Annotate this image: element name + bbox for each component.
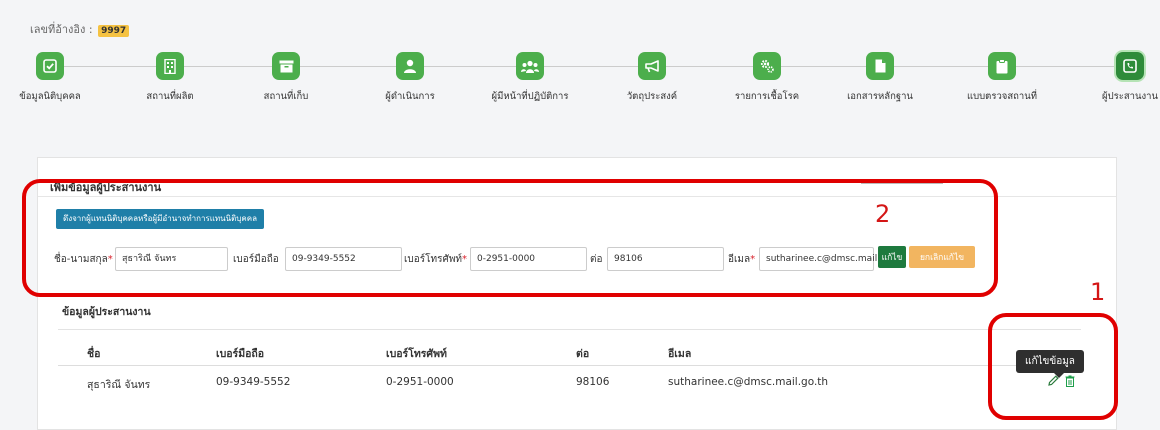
step-production-site[interactable]: สถานที่ผลิต [115, 52, 225, 104]
users-icon [516, 52, 544, 80]
column-header-name: ชื่อ [87, 348, 101, 360]
annotation-box-2 [22, 179, 998, 297]
reference-label: เลขที่อ้างอิง : [30, 23, 93, 36]
section-divider [58, 329, 1081, 330]
column-header-extension: ต่อ [576, 348, 590, 360]
phone-icon [1116, 52, 1144, 80]
step-storage-site[interactable]: สถานที่เก็บ [231, 52, 341, 104]
step-label: สถานที่ผลิต [146, 91, 194, 102]
user-icon [396, 52, 424, 80]
step-pathogen-list[interactable]: รายการเชื้อโรค [712, 52, 822, 104]
progress-stepper: ข้อมูลนิติบุคคล สถานที่ผลิต สถานที่เก็บ … [0, 52, 1160, 112]
column-header-phone: เบอร์โทรศัพท์ [386, 348, 447, 360]
reference-number: เลขที่อ้างอิง : 9997 [30, 20, 130, 38]
cell-extension: 98106 [576, 376, 610, 388]
check-icon [36, 52, 64, 80]
step-label: รายการเชื้อโรค [734, 91, 800, 102]
cell-phone: 0-2951-0000 [386, 376, 454, 388]
clipboard-icon [988, 52, 1016, 80]
cell-name: สุธาริณี จันทร [87, 379, 151, 391]
archive-box-icon [272, 52, 300, 80]
step-label: ผู้ประสานงาน [1102, 91, 1158, 102]
column-header-mobile: เบอร์มือถือ [216, 348, 265, 360]
step-label: สถานที่เก็บ [263, 91, 309, 102]
step-label: ข้อมูลนิติบุคคล [19, 91, 81, 102]
step-label: ผู้ดำเนินการ [385, 91, 435, 102]
step-juristic-person[interactable]: ข้อมูลนิติบุคคล [0, 52, 105, 104]
step-label: แบบตรวจสถานที่ [967, 91, 1037, 102]
step-site-inspection[interactable]: แบบตรวจสถานที่ [947, 52, 1057, 104]
annotation-number-1: 1 [1090, 278, 1106, 306]
annotation-number-2: 2 [875, 200, 891, 228]
table-header-divider [58, 365, 1081, 366]
step-coordinator[interactable]: ผู้ประสานงาน [1075, 52, 1160, 104]
step-label: ผู้มีหน้าที่ปฏิบัติการ [491, 91, 569, 102]
column-header-email: อีเมล [668, 348, 692, 360]
cell-email: sutharinee.c@dmsc.mail.go.th [668, 376, 829, 388]
section-title: ข้อมูลผู้ประสานงาน [62, 306, 151, 318]
step-purpose[interactable]: วัตถุประสงค์ [597, 52, 707, 104]
megaphone-icon [638, 52, 666, 80]
step-operator[interactable]: ผู้ดำเนินการ [355, 52, 465, 104]
step-label: วัตถุประสงค์ [626, 91, 678, 102]
gears-icon [753, 52, 781, 80]
cell-mobile: 09-9349-5552 [216, 376, 291, 388]
file-icon [866, 52, 894, 80]
step-documents[interactable]: เอกสารหลักฐาน [825, 52, 935, 104]
step-label: เอกสารหลักฐาน [847, 91, 913, 102]
building-icon [156, 52, 184, 80]
annotation-box-1 [988, 313, 1118, 420]
step-duty-operators[interactable]: ผู้มีหน้าที่ปฏิบัติการ [475, 52, 585, 104]
reference-badge: 9997 [98, 25, 130, 37]
